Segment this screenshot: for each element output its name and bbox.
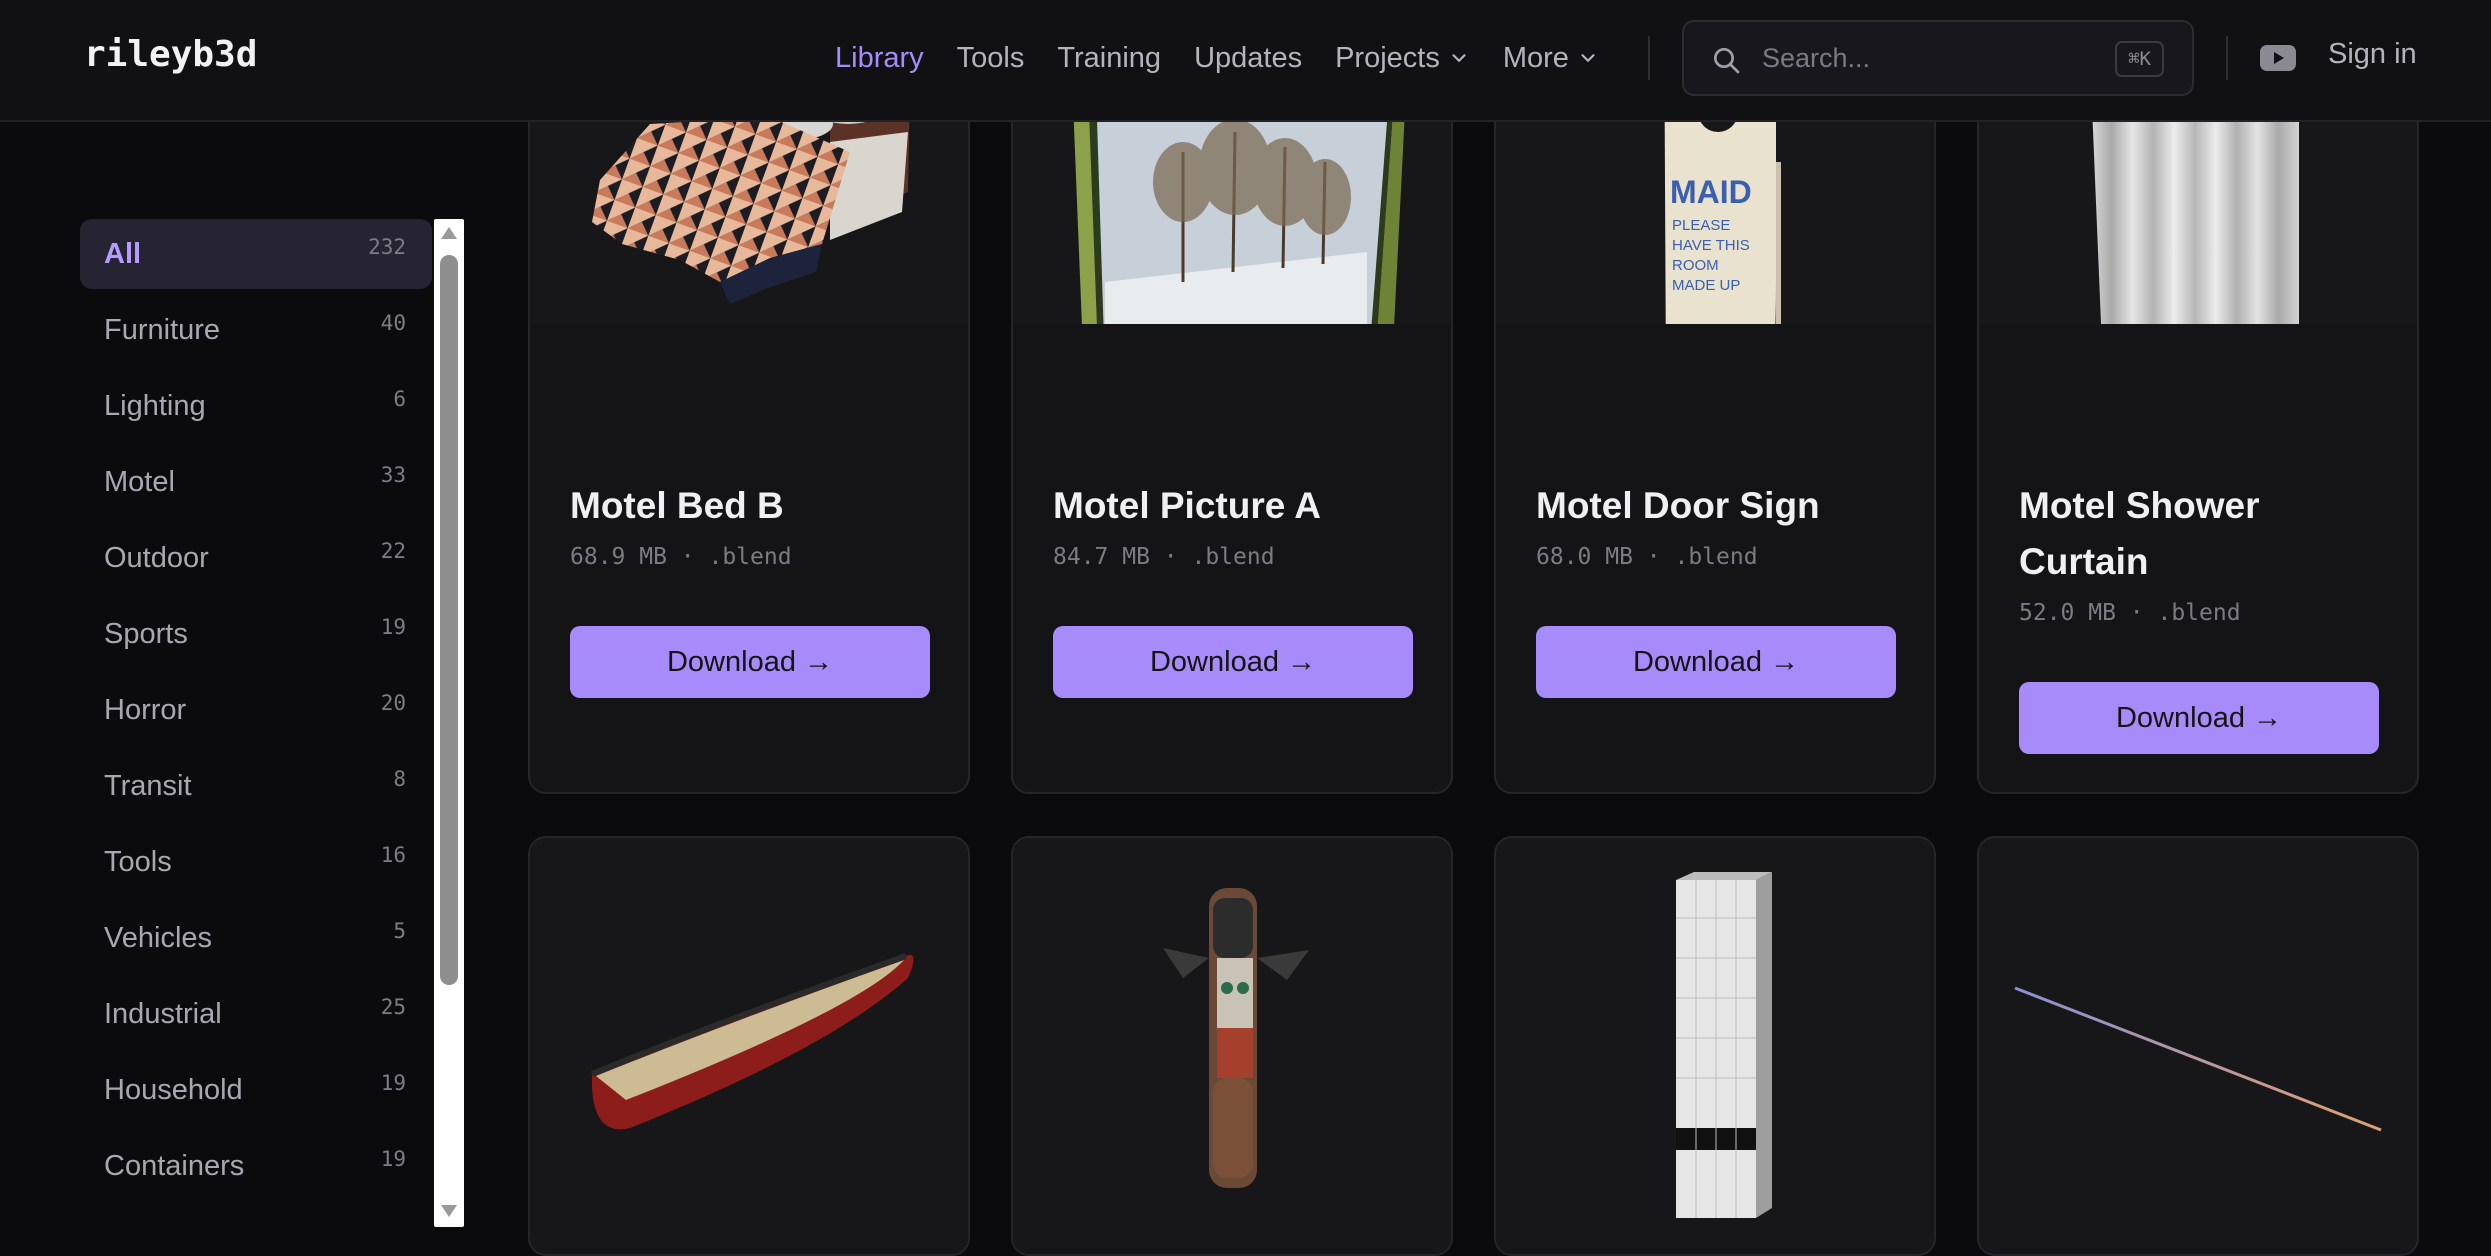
asset-card — [1494, 836, 1936, 1256]
nav-label: Tools — [956, 41, 1025, 74]
asset-thumbnail-canoe[interactable] — [530, 838, 968, 1254]
nav-more[interactable]: More — [1503, 42, 1599, 75]
category-label: Vehicles — [104, 921, 213, 954]
category-count: 22 — [380, 539, 406, 563]
asset-card — [528, 836, 970, 1256]
sidebar-item-lighting[interactable]: Lighting 6 — [80, 371, 432, 441]
sidebar-item-outdoor[interactable]: Outdoor 22 — [80, 523, 432, 593]
category-count: 19 — [380, 1147, 406, 1171]
asset-meta: 84.7 MB · .blend — [1053, 544, 1275, 570]
totem-pole-thumbnail-icon — [1163, 888, 1309, 1188]
asset-meta: 68.0 MB · .blend — [1536, 544, 1758, 570]
category-label: Motel — [104, 465, 175, 498]
sidebar-item-industrial[interactable]: Industrial 25 — [80, 979, 432, 1049]
nav-label: Updates — [1194, 41, 1303, 74]
sidebar-item-household[interactable]: Household 19 — [80, 1055, 432, 1125]
category-count: 40 — [380, 311, 406, 335]
asset-thumbnail-pillar[interactable] — [1496, 838, 1934, 1254]
nav-label: More — [1502, 41, 1569, 74]
sidebar-item-sports[interactable]: Sports 19 — [80, 599, 432, 669]
door-sign-message: PLEASE HAVE THIS ROOM MADE UP — [1672, 217, 1750, 294]
tiled-pillar-thumbnail-icon — [1676, 872, 1772, 1218]
scroll-up-arrow-icon[interactable] — [441, 227, 457, 239]
nav-training[interactable]: Training — [1057, 42, 1161, 75]
asset-title: Motel Bed B — [570, 485, 784, 526]
sidebar-item-vehicles[interactable]: Vehicles 5 — [80, 903, 432, 973]
download-button[interactable]: Download → — [570, 626, 930, 698]
category-label: All — [104, 237, 142, 270]
download-button[interactable]: Download → — [1053, 626, 1413, 698]
asset-title: Motel Door Sign — [1536, 485, 1820, 526]
category-count: 19 — [380, 615, 406, 639]
asset-title: Motel Picture A — [1053, 485, 1321, 526]
asset-thumbnail-totem[interactable] — [1013, 838, 1451, 1254]
canoe-thumbnail-icon — [590, 953, 914, 1130]
asset-thumbnail-rod[interactable] — [1979, 838, 2417, 1254]
nav-updates[interactable]: Updates — [1194, 42, 1302, 75]
asset-card — [1977, 836, 2419, 1256]
category-label: Horror — [104, 693, 187, 726]
category-label: Lighting — [104, 389, 206, 422]
category-label: Tools — [104, 845, 172, 878]
download-button[interactable]: Download → — [2019, 682, 2379, 754]
youtube-icon[interactable] — [2260, 43, 2296, 73]
nav-label: Library — [835, 41, 924, 74]
sidebar-item-motel[interactable]: Motel 33 — [80, 447, 432, 517]
chevron-down-icon — [1581, 54, 1595, 63]
category-label: Industrial — [104, 997, 222, 1030]
category-label: Containers — [104, 1149, 245, 1182]
category-count: 33 — [380, 463, 406, 487]
scrollbar-thumb[interactable] — [440, 255, 458, 985]
category-label: Outdoor — [104, 541, 209, 574]
asset-meta: 52.0 MB · .blend — [2019, 600, 2241, 626]
nav-tools[interactable]: Tools — [957, 42, 1025, 75]
nav-label: Training — [1057, 41, 1162, 74]
scroll-down-arrow-icon[interactable] — [441, 1205, 457, 1217]
sidebar-item-tools[interactable]: Tools 16 — [80, 827, 432, 897]
category-label: Household — [104, 1073, 243, 1106]
main-nav: Library Tools Training Updates Projects … — [835, 0, 1632, 116]
door-sign-brand: MAID — [1670, 174, 1752, 210]
nav-divider — [2226, 36, 2228, 80]
search-box[interactable]: ⌘K — [1682, 20, 2194, 96]
category-count: 19 — [380, 1071, 406, 1095]
sign-in-link[interactable]: Sign in — [2328, 38, 2417, 71]
nav-divider — [1648, 36, 1650, 80]
asset-meta: 68.9 MB · .blend — [570, 544, 792, 570]
category-label: Transit — [104, 769, 192, 802]
sidebar-scrollbar[interactable] — [434, 219, 464, 1227]
category-count: 16 — [380, 843, 406, 867]
category-label: Furniture — [104, 313, 221, 346]
category-label: Sports — [104, 617, 188, 650]
keyboard-shortcut-badge: ⌘K — [2115, 41, 2164, 77]
category-sidebar: All 232 Furniture 40 Lighting 6 Motel 33… — [80, 219, 435, 1207]
asset-card — [1011, 836, 1453, 1256]
download-button[interactable]: Download → — [1536, 626, 1896, 698]
search-icon — [1714, 48, 1740, 74]
category-count: 8 — [393, 767, 406, 791]
category-count: 20 — [380, 691, 406, 715]
nav-library[interactable]: Library — [835, 42, 924, 75]
category-count: 5 — [393, 919, 406, 943]
search-input[interactable] — [1762, 36, 2062, 80]
sidebar-item-transit[interactable]: Transit 8 — [80, 751, 432, 821]
top-nav-bar: rileyb3d Library Tools Training Updates … — [0, 0, 2491, 122]
chevron-down-icon — [1452, 54, 1466, 63]
sidebar-item-containers[interactable]: Containers 19 — [80, 1131, 432, 1201]
sidebar-item-furniture[interactable]: Furniture 40 — [80, 295, 432, 365]
category-count: 25 — [380, 995, 406, 1019]
nav-projects[interactable]: Projects — [1335, 42, 1470, 75]
nav-label: Projects — [1335, 41, 1440, 74]
sidebar-item-horror[interactable]: Horror 20 — [80, 675, 432, 745]
category-count: 232 — [368, 235, 406, 259]
site-logo[interactable]: rileyb3d — [84, 34, 257, 75]
thin-rod-thumbnail-icon — [2014, 986, 2382, 1132]
asset-title: Motel Shower Curtain — [2019, 485, 2260, 582]
category-count: 6 — [393, 387, 406, 411]
sidebar-item-all[interactable]: All 232 — [80, 219, 432, 289]
